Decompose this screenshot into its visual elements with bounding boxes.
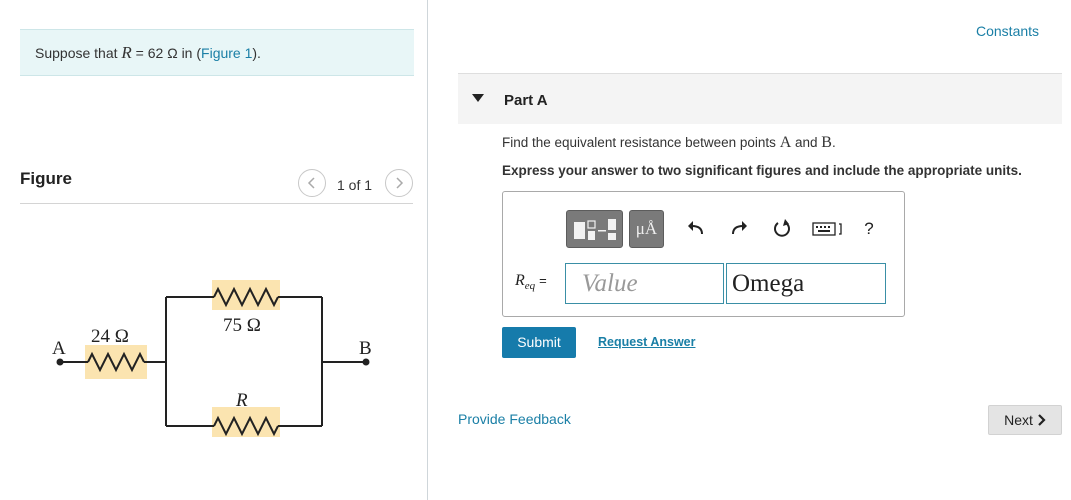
constants-link[interactable]: Constants: [976, 23, 1039, 39]
series-resistor-label: 24 Ω: [91, 326, 129, 347]
figure-title: Figure: [20, 169, 72, 188]
redo-icon[interactable]: [726, 218, 752, 240]
figure-pager: 1 of 1: [337, 177, 373, 193]
figure-prev-button[interactable]: [298, 169, 326, 197]
question-and: and: [791, 135, 822, 150]
point-a: A: [779, 134, 792, 151]
keyboard-icon[interactable]: [811, 218, 847, 240]
bottom-resistor-label: R: [235, 390, 248, 411]
node-b-label: B: [359, 338, 372, 359]
unit-input[interactable]: Omega: [726, 263, 886, 304]
node-a-dot: [56, 358, 64, 366]
point-b: B: [821, 134, 832, 151]
question-text: Find the equivalent resistance between p…: [502, 134, 836, 152]
reset-icon[interactable]: [769, 218, 795, 240]
part-header[interactable]: Part A: [458, 73, 1062, 124]
problem-prefix: Suppose that: [35, 45, 122, 61]
question-end: .: [831, 135, 836, 150]
next-button[interactable]: Next: [988, 405, 1062, 435]
chevron-right-icon: [396, 177, 404, 189]
templates-icon: [574, 219, 616, 240]
bottom-resistor-highlight: [212, 407, 280, 437]
panel-divider: [427, 0, 428, 500]
value-input[interactable]: Value: [565, 263, 724, 304]
provide-feedback-link[interactable]: Provide Feedback: [458, 411, 571, 427]
problem-suffix: ).: [252, 45, 261, 61]
problem-middle: = 62 Ω in (: [131, 45, 202, 61]
chevron-right-icon: [1038, 414, 1046, 426]
undo-icon[interactable]: [683, 218, 709, 240]
units-button[interactable]: μÅ: [629, 210, 664, 248]
problem-statement: Suppose that R = 62 Ω in (Figure 1).: [20, 29, 414, 76]
question-prefix: Find the equivalent resistance between p…: [502, 135, 780, 150]
figure-divider: [20, 203, 413, 204]
left-panel: Suppose that R = 62 Ω in (Figure 1). Fig…: [0, 0, 428, 500]
templates-button[interactable]: [566, 210, 623, 248]
answer-symbol: Req =: [515, 272, 547, 292]
figure-link[interactable]: Figure 1: [201, 45, 252, 61]
node-a-label: A: [52, 338, 66, 359]
problem-variable: R: [121, 43, 132, 62]
caret-down-icon[interactable]: [472, 94, 484, 102]
node-b-dot: [362, 358, 370, 366]
figure-next-button[interactable]: [385, 169, 413, 197]
next-button-label: Next: [1004, 412, 1033, 428]
answer-symbol-main: R: [515, 272, 525, 289]
circuit-diagram: A B 24 Ω 75 Ω R: [52, 280, 372, 437]
series-resistor-highlight: [85, 345, 147, 379]
answer-symbol-sub: eq: [524, 280, 536, 293]
submit-button[interactable]: Submit: [502, 327, 576, 358]
request-answer-link[interactable]: Request Answer: [598, 335, 695, 349]
answer-box: μÅ ? Req = Value Omega: [502, 191, 905, 317]
answer-equals: =: [539, 273, 547, 288]
part-label: Part A: [504, 92, 548, 109]
top-resistor-label: 75 Ω: [223, 315, 261, 336]
chevron-left-icon: [307, 177, 315, 189]
instruction-text: Express your answer to two significant f…: [502, 163, 1022, 178]
help-button[interactable]: ?: [856, 218, 882, 240]
